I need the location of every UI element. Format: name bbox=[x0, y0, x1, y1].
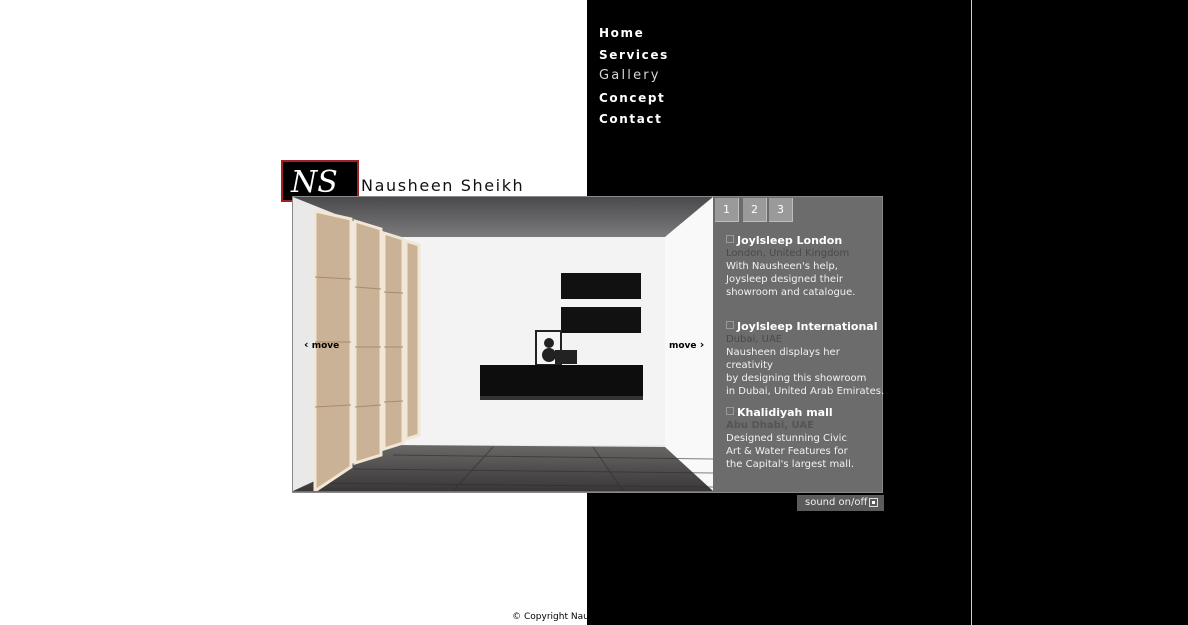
project-title: Joylsleep International bbox=[737, 320, 878, 333]
project-location: Abu Dhabi, UAE bbox=[726, 420, 814, 431]
nav-gallery[interactable]: Gallery bbox=[599, 67, 669, 89]
chevron-right-icon: › bbox=[699, 338, 705, 351]
checkbox-icon bbox=[726, 321, 734, 329]
project-location: Dubai, UAE bbox=[726, 334, 783, 345]
project-desc-line: showroom and catalogue. bbox=[726, 287, 856, 298]
sound-icon bbox=[869, 498, 878, 507]
nav-concept[interactable]: Concept bbox=[599, 89, 669, 111]
project-desc-line: in Dubai, United Arab Emirates. bbox=[726, 386, 885, 397]
project-desc-line: Designed stunning Civic bbox=[726, 433, 847, 444]
project-desc-line: With Nausheen's help, bbox=[726, 261, 838, 272]
project-item[interactable]: Khalidiyah mall Abu Dhabi, UAE Designed … bbox=[726, 406, 886, 471]
gallery-photo bbox=[293, 197, 713, 491]
project-title: Joylsleep London bbox=[737, 234, 843, 247]
project-desc-line: Joysleep designed their bbox=[726, 274, 843, 285]
svg-text:NS: NS bbox=[290, 165, 338, 200]
copyright: © Copyright Nausheen Sheikh 2006. bbox=[0, 612, 1188, 622]
main-nav: Home Services Gallery Concept Contact bbox=[599, 24, 669, 132]
copyright-text: © Copyright Nausheen Sheikh 2006. bbox=[512, 612, 678, 622]
project-desc-line: the Capital's largest mall. bbox=[726, 459, 855, 470]
tab-1[interactable]: 1 bbox=[715, 198, 739, 222]
project-desc-line: by designing this showroom bbox=[726, 373, 867, 384]
right-black-panel bbox=[972, 0, 1188, 625]
checkbox-icon bbox=[726, 407, 734, 415]
sound-label: sound on/off bbox=[805, 497, 868, 508]
project-title: Khalidiyah mall bbox=[737, 406, 833, 419]
tab-3[interactable]: 3 bbox=[769, 198, 793, 222]
nav-services[interactable]: Services bbox=[599, 46, 669, 68]
tab-2[interactable]: 2 bbox=[743, 198, 767, 222]
move-prev-button[interactable]: ‹ move bbox=[304, 338, 339, 351]
project-desc-line: Art & Water Features for bbox=[726, 446, 848, 457]
checkbox-icon bbox=[726, 235, 734, 243]
project-item[interactable]: Joylsleep International Dubai, UAE Naush… bbox=[726, 320, 886, 398]
move-next-button[interactable]: move › bbox=[669, 338, 704, 351]
chevron-left-icon: ‹ bbox=[304, 338, 309, 351]
sound-toggle-button[interactable]: sound on/off bbox=[797, 495, 884, 511]
project-item[interactable]: Joylsleep London London, United Kingdom … bbox=[726, 234, 886, 299]
project-location: London, United Kingdom bbox=[726, 248, 850, 259]
project-desc-line: Nausheen displays her creativity bbox=[726, 347, 840, 371]
nav-home[interactable]: Home bbox=[599, 24, 669, 46]
logo-name: Nausheen Sheikh bbox=[361, 176, 525, 195]
nav-contact[interactable]: Contact bbox=[599, 110, 669, 132]
